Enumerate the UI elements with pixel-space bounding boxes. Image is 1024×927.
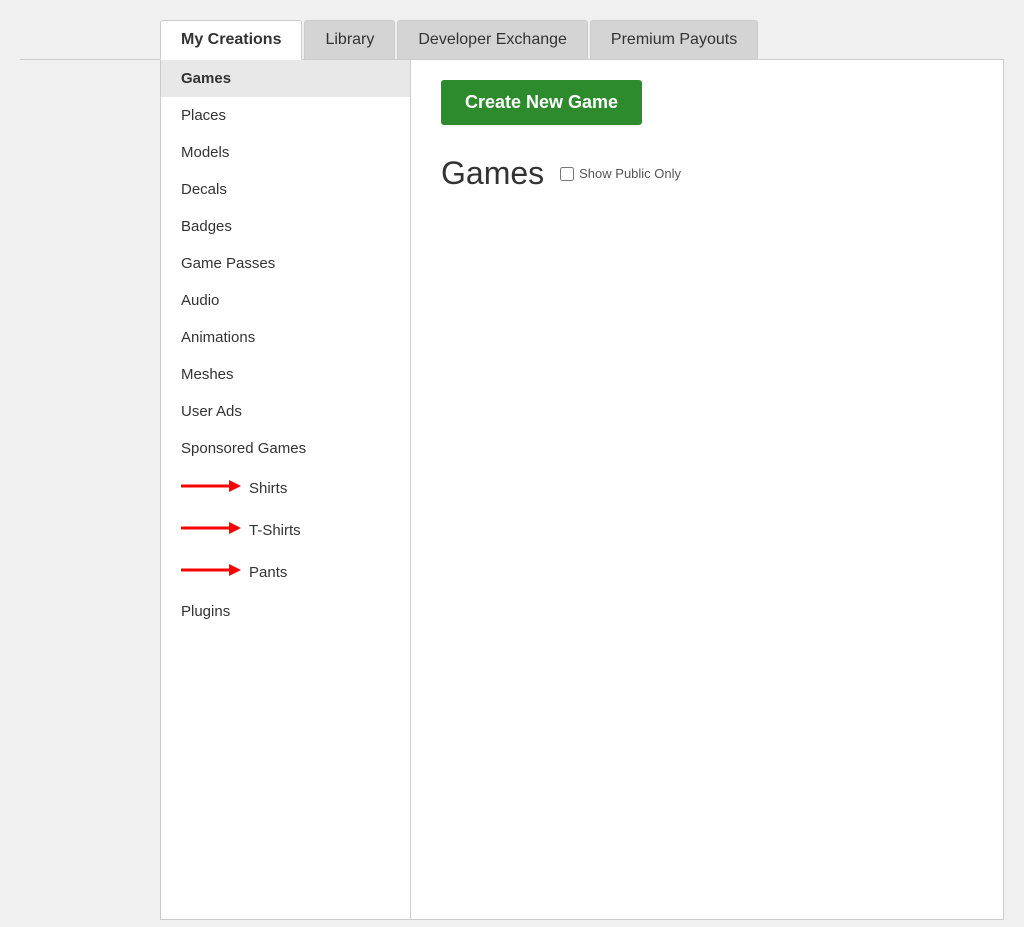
- sidebar-item-models[interactable]: Models: [161, 134, 410, 171]
- sidebar-label-games: Games: [181, 70, 231, 87]
- page-title: Games: [441, 155, 544, 192]
- sidebar-label-shirts: Shirts: [249, 480, 287, 497]
- sidebar-label-sponsored-games: Sponsored Games: [181, 440, 306, 457]
- sidebar-label-t-shirts: T-Shirts: [249, 522, 301, 539]
- sidebar-item-badges[interactable]: Badges: [161, 208, 410, 245]
- sidebar-item-audio[interactable]: Audio: [161, 282, 410, 319]
- sidebar-label-badges: Badges: [181, 218, 232, 235]
- sidebar-item-game-passes[interactable]: Game Passes: [161, 245, 410, 282]
- sidebar-label-models: Models: [181, 144, 229, 161]
- main-content: Games Places Models Decals Badges Game P…: [160, 60, 1004, 920]
- tab-developer-exchange[interactable]: Developer Exchange: [397, 20, 588, 59]
- arrow-icon-t-shirts: [181, 519, 241, 541]
- create-new-game-button[interactable]: Create New Game: [441, 80, 642, 125]
- sidebar-label-pants: Pants: [249, 564, 287, 581]
- show-public-checkbox[interactable]: [560, 167, 574, 181]
- sidebar-label-game-passes: Game Passes: [181, 255, 275, 272]
- page-wrapper: My Creations Library Developer Exchange …: [0, 0, 1024, 920]
- sidebar-item-plugins[interactable]: Plugins: [161, 593, 410, 630]
- sidebar-label-places: Places: [181, 107, 226, 124]
- arrow-icon-pants: [181, 561, 241, 583]
- sidebar-item-user-ads[interactable]: User Ads: [161, 393, 410, 430]
- arrow-icon-shirts: [181, 477, 241, 499]
- tab-library[interactable]: Library: [304, 20, 395, 59]
- tab-my-creations[interactable]: My Creations: [160, 20, 302, 60]
- tab-premium-payouts[interactable]: Premium Payouts: [590, 20, 758, 59]
- sidebar-label-meshes: Meshes: [181, 366, 234, 383]
- sidebar-label-animations: Animations: [181, 329, 255, 346]
- show-public-label[interactable]: Show Public Only: [560, 166, 681, 181]
- sidebar-label-audio: Audio: [181, 292, 219, 309]
- sidebar-label-user-ads: User Ads: [181, 403, 242, 420]
- sidebar-item-shirts[interactable]: Shirts: [161, 467, 410, 509]
- sidebar-item-meshes[interactable]: Meshes: [161, 356, 410, 393]
- tabs-container: My Creations Library Developer Exchange …: [20, 20, 1004, 60]
- sidebar-item-places[interactable]: Places: [161, 97, 410, 134]
- sidebar-item-pants[interactable]: Pants: [161, 551, 410, 593]
- sidebar-item-t-shirts[interactable]: T-Shirts: [161, 509, 410, 551]
- sidebar-item-decals[interactable]: Decals: [161, 171, 410, 208]
- right-content: Create New Game Games Show Public Only: [411, 60, 1003, 919]
- content-title-row: Games Show Public Only: [441, 155, 973, 192]
- sidebar-label-plugins: Plugins: [181, 603, 230, 620]
- sidebar-item-sponsored-games[interactable]: Sponsored Games: [161, 430, 410, 467]
- show-public-text: Show Public Only: [579, 166, 681, 181]
- sidebar-item-animations[interactable]: Animations: [161, 319, 410, 356]
- sidebar-label-decals: Decals: [181, 181, 227, 198]
- sidebar-item-games[interactable]: Games: [161, 60, 410, 97]
- sidebar: Games Places Models Decals Badges Game P…: [161, 60, 411, 919]
